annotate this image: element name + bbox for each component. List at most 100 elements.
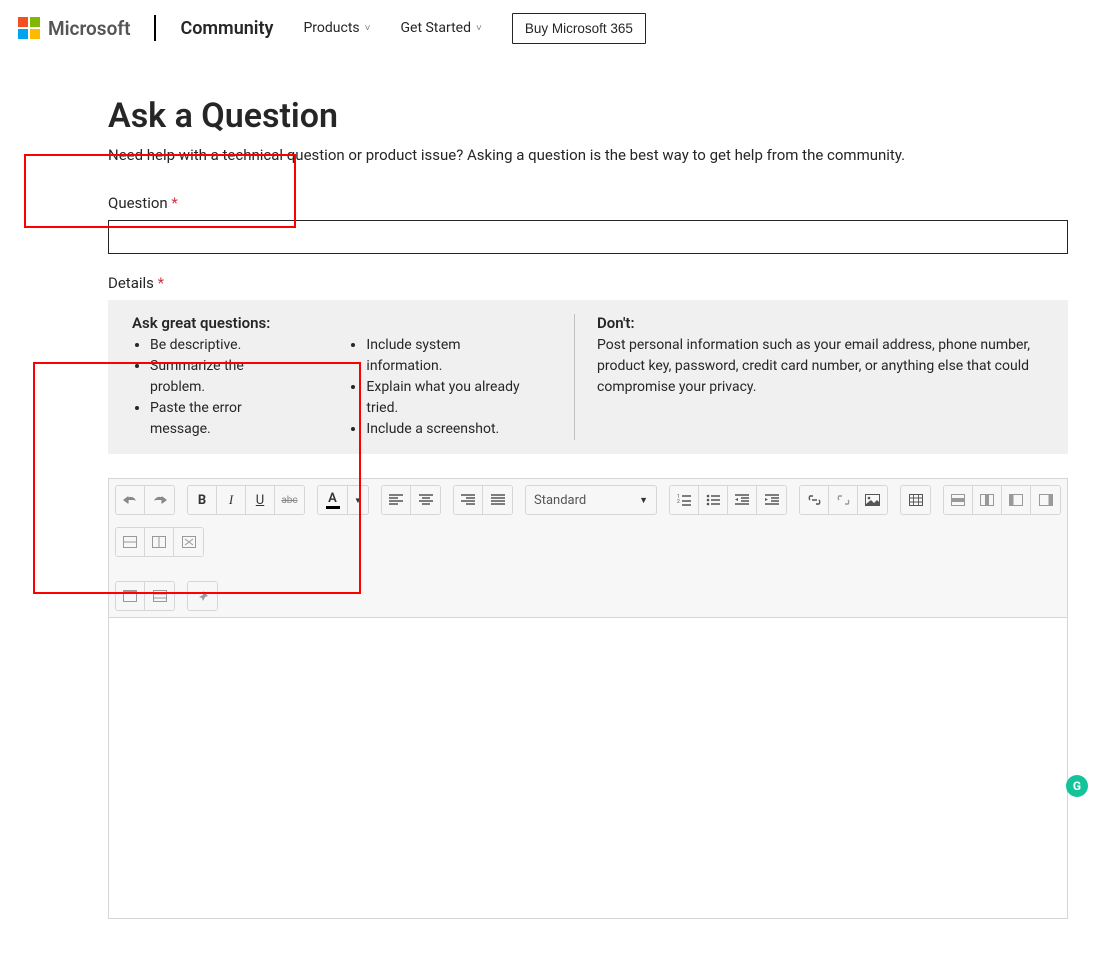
image-button[interactable]	[858, 486, 887, 514]
nav-products-label: Products	[303, 20, 359, 36]
caret-down-icon: ▼	[639, 495, 648, 506]
table-merge-button[interactable]	[116, 528, 145, 556]
toolbar-table-cell-group	[115, 527, 204, 557]
table-header-row-button[interactable]	[116, 582, 145, 610]
table-header-col-button[interactable]	[145, 582, 174, 610]
underline-button[interactable]: U	[246, 486, 275, 514]
table-insert-col-right-button[interactable]	[1031, 486, 1060, 514]
details-label-text: Details	[108, 274, 154, 292]
chevron-down-icon: ˅	[365, 23, 371, 34]
grammarly-badge[interactable]: G	[1066, 775, 1088, 797]
table-col-icon	[980, 494, 994, 506]
editor-toolbar: B I U abc A ▼	[109, 479, 1067, 618]
page-subtitle: Need help with a technical question or p…	[108, 146, 1068, 164]
toolbar-color-group: A ▼	[317, 485, 369, 515]
tip-item: Include system information.	[366, 335, 534, 377]
table-header-row-icon	[123, 590, 137, 602]
question-label-text: Question	[108, 194, 168, 212]
svg-text:2: 2	[677, 499, 680, 505]
table-delete-button[interactable]	[174, 528, 203, 556]
buy-microsoft-365-button[interactable]: Buy Microsoft 365	[512, 13, 646, 44]
bold-button[interactable]: B	[188, 486, 217, 514]
table-col-left-icon	[1009, 494, 1023, 506]
nav-products[interactable]: Products ˅	[303, 20, 370, 36]
required-indicator: *	[171, 194, 177, 212]
align-center-icon	[419, 494, 433, 506]
redo-icon	[153, 494, 167, 506]
align-justify-button[interactable]	[483, 486, 512, 514]
align-justify-icon	[491, 494, 505, 506]
pin-icon	[196, 590, 209, 603]
indent-button[interactable]	[757, 486, 786, 514]
tips-col2: Include system information. Explain what…	[348, 335, 534, 440]
rich-text-editor: B I U abc A ▼	[108, 478, 1068, 919]
ordered-list-icon: 12	[677, 494, 691, 506]
table-split-icon	[152, 536, 166, 548]
page-title: Ask a Question	[108, 96, 1068, 136]
nav-divider	[154, 15, 156, 41]
nav-community[interactable]: Community	[180, 18, 273, 39]
table-row-icon	[951, 494, 965, 506]
outdent-icon	[735, 494, 749, 506]
unlink-button[interactable]	[829, 486, 858, 514]
align-left-icon	[389, 494, 403, 506]
toolbar-table-extra-group	[115, 581, 175, 611]
insert-table-button[interactable]	[901, 486, 930, 514]
undo-button[interactable]	[116, 486, 145, 514]
tips-dont-heading: Don't:	[597, 314, 1044, 332]
link-button[interactable]	[800, 486, 829, 514]
toolbar-history-group	[115, 485, 175, 515]
indent-icon	[765, 494, 779, 506]
question-input[interactable]	[108, 220, 1068, 254]
tips-panel: Ask great questions: Be descriptive. Sum…	[108, 300, 1068, 454]
tip-item: Include a screenshot.	[366, 419, 534, 440]
chevron-down-icon: ˅	[476, 23, 482, 34]
tip-item: Paste the error message.	[150, 398, 288, 440]
align-left-button[interactable]	[382, 486, 411, 514]
strikethrough-button[interactable]: abc	[275, 486, 304, 514]
microsoft-logo-text: Microsoft	[48, 17, 130, 40]
toolbar-align-group-1	[381, 485, 441, 515]
toolbar-insert-group	[799, 485, 888, 515]
tips-dont-text: Post personal information such as your e…	[597, 335, 1044, 398]
image-icon	[865, 494, 880, 506]
microsoft-logo-link[interactable]: Microsoft	[18, 17, 130, 40]
page-content: Ask a Question Need help with a technica…	[38, 56, 1068, 959]
italic-button[interactable]: I	[217, 486, 246, 514]
tip-item: Summarize the problem.	[150, 356, 288, 398]
undo-icon	[123, 494, 137, 506]
editor-textarea[interactable]	[109, 618, 1067, 918]
table-insert-col-left-button[interactable]	[1002, 486, 1031, 514]
highlight-box-question	[24, 154, 296, 228]
toolbar-table-ops-group	[943, 485, 1061, 515]
tips-dont: Don't: Post personal information such as…	[574, 314, 1044, 440]
microsoft-logo-icon	[18, 17, 40, 39]
nav-get-started[interactable]: Get Started ˅	[400, 20, 481, 36]
tips-ask: Ask great questions: Be descriptive. Sum…	[132, 314, 574, 440]
tip-item: Be descriptive.	[150, 335, 288, 356]
font-style-label: Standard	[534, 493, 586, 508]
table-delete-icon	[182, 536, 196, 548]
toolbar-list-group: 12	[669, 485, 787, 515]
font-style-select[interactable]: Standard ▼	[525, 485, 657, 515]
align-center-button[interactable]	[411, 486, 440, 514]
table-col-button[interactable]	[973, 486, 1002, 514]
redo-button[interactable]	[145, 486, 174, 514]
toolbar-table-group	[900, 485, 931, 515]
text-color-dropdown-button[interactable]: ▼	[348, 486, 368, 514]
text-color-button[interactable]: A	[318, 486, 348, 514]
outdent-button[interactable]	[728, 486, 757, 514]
align-right-icon	[461, 494, 475, 506]
text-color-swatch-icon	[326, 506, 340, 509]
link-icon	[807, 494, 822, 506]
align-right-button[interactable]	[454, 486, 483, 514]
text-color-letter: A	[328, 492, 337, 505]
table-row-button[interactable]	[944, 486, 973, 514]
caret-down-icon: ▼	[354, 496, 362, 505]
ordered-list-button[interactable]: 12	[670, 486, 699, 514]
unordered-list-button[interactable]	[699, 486, 728, 514]
table-split-button[interactable]	[145, 528, 174, 556]
toolbar-misc-group	[187, 581, 218, 611]
toolbar-align-group-2	[453, 485, 513, 515]
pin-button[interactable]	[188, 582, 217, 610]
